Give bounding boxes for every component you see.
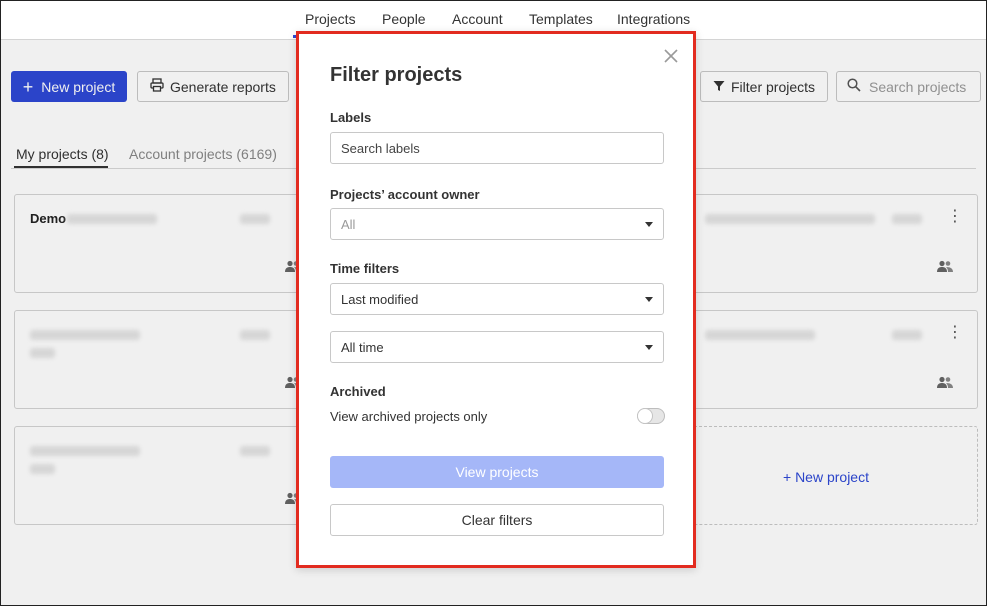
labels-search-input[interactable]: Search labels <box>330 132 664 164</box>
chevron-down-icon <box>645 296 653 302</box>
nav-integrations[interactable]: Integrations <box>617 11 690 27</box>
nav-templates[interactable]: Templates <box>529 11 593 27</box>
app-window: Projects People Account Templates Integr… <box>0 0 987 606</box>
labels-placeholder: Search labels <box>341 140 420 156</box>
owner-select[interactable]: All <box>330 208 664 240</box>
nav-people[interactable]: People <box>382 11 426 27</box>
archived-toggle[interactable] <box>637 408 665 424</box>
time-sort-selected-value: Last modified <box>341 291 419 307</box>
time-sort-select[interactable]: Last modified <box>330 283 664 315</box>
toggle-knob <box>638 409 652 423</box>
chevron-down-icon <box>645 221 653 227</box>
owner-selected-value: All <box>341 216 356 232</box>
time-filters-heading: Time filters <box>330 261 400 276</box>
archived-heading: Archived <box>330 384 386 399</box>
owner-heading: Projects’ account owner <box>330 187 480 202</box>
nav-account[interactable]: Account <box>452 11 503 27</box>
time-range-select[interactable]: All time <box>330 331 664 363</box>
view-projects-button[interactable]: View projects <box>330 456 664 488</box>
close-icon[interactable] <box>663 48 679 64</box>
archived-toggle-label: View archived projects only <box>330 409 488 424</box>
labels-heading: Labels <box>330 110 372 125</box>
chevron-down-icon <box>645 344 653 350</box>
clear-filters-button[interactable]: Clear filters <box>330 504 664 536</box>
modal-title: Filter projects <box>330 64 463 86</box>
filter-projects-modal: Filter projects Labels Search labels Pro… <box>296 31 696 568</box>
nav-projects[interactable]: Projects <box>305 11 356 27</box>
time-range-selected-value: All time <box>341 339 384 355</box>
